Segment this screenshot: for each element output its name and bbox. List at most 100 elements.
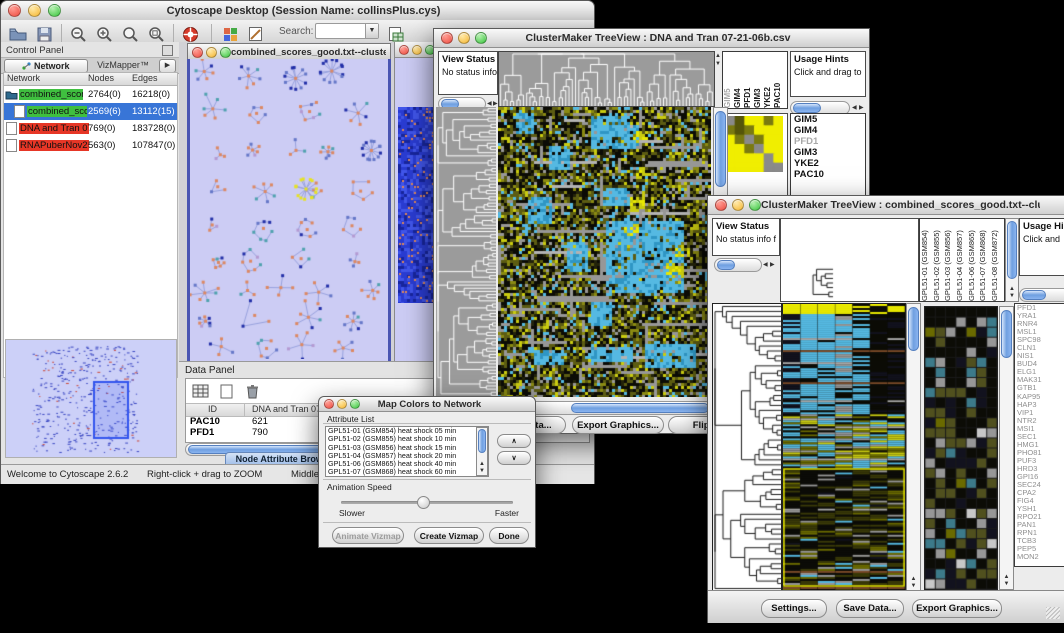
export-graphics-button[interactable]: Export Graphics... xyxy=(572,416,664,434)
array-label-vscrollbar[interactable]: ▲ ▼ xyxy=(1005,218,1019,302)
array-label[interactable]: GPL51-06 (GSM865) xyxy=(967,219,979,301)
gene-label[interactable]: GIM3 xyxy=(791,147,865,158)
close-button[interactable] xyxy=(8,4,21,17)
speed-slider-thumb[interactable] xyxy=(417,496,430,509)
tab-network[interactable]: Network xyxy=(4,59,88,73)
tab-vizmapper[interactable]: VizMapper™ xyxy=(90,60,156,70)
scroll-thumb[interactable] xyxy=(715,111,726,187)
array-label[interactable]: GIM5 xyxy=(723,52,733,108)
resize-grip[interactable] xyxy=(1046,607,1060,619)
scroll-down-icon[interactable]: ▼ xyxy=(715,61,721,67)
close-button[interactable] xyxy=(715,199,727,211)
zoom-button[interactable] xyxy=(749,199,761,211)
create-vizmap-button[interactable]: Create Vizmap xyxy=(414,527,484,544)
minimize-button[interactable] xyxy=(732,199,744,211)
scroll-down-icon[interactable]: ▼ xyxy=(477,468,487,474)
zoom-heatmap[interactable] xyxy=(924,306,998,590)
close-button[interactable] xyxy=(192,47,203,58)
move-down-button[interactable]: ∨ xyxy=(497,451,531,465)
settings-button[interactable]: Settings... xyxy=(761,599,827,618)
attribute-listbox[interactable]: GPL51-01 (GSM854) heat shock 05 minGPL51… xyxy=(325,426,489,477)
network-window[interactable]: combined_scores_good.txt--cluste... xyxy=(187,43,391,365)
animate-vizmap-button[interactable]: Animate Vizmap xyxy=(332,527,404,544)
scroll-right-icon[interactable]: ▶ xyxy=(859,104,864,111)
search-dropdown-icon[interactable]: ▼ xyxy=(365,24,378,38)
scroll-down-icon[interactable]: ▼ xyxy=(907,583,920,589)
table-grid-icon[interactable] xyxy=(190,381,210,401)
array-label[interactable]: GPL51-04 (GSM857) xyxy=(955,219,967,301)
array-label[interactable]: PFD1 xyxy=(743,52,753,108)
scroll-thumb[interactable] xyxy=(478,429,486,453)
minimize-button[interactable] xyxy=(337,399,347,409)
close-button[interactable] xyxy=(441,32,453,44)
global-heatmap[interactable] xyxy=(782,303,906,592)
new-attribute-icon[interactable] xyxy=(216,381,236,401)
scroll-thumb[interactable] xyxy=(1007,221,1017,279)
zoom-button[interactable] xyxy=(350,399,360,409)
array-label[interactable]: GIM3 xyxy=(753,52,763,108)
treeview2-titlebar[interactable]: ClusterMaker TreeView : combined_scores_… xyxy=(708,196,1064,215)
search-input[interactable] xyxy=(317,24,369,38)
column-dendrogram[interactable] xyxy=(498,51,715,107)
gene-label[interactable]: PFD1 xyxy=(791,136,865,147)
close-button[interactable] xyxy=(324,399,334,409)
col-network[interactable]: Network xyxy=(7,73,40,83)
network-overview-thumbnail[interactable] xyxy=(5,339,177,458)
scroll-left-icon[interactable]: ◀ xyxy=(852,104,857,111)
dense-cluster-canvas[interactable] xyxy=(398,107,435,303)
view-status-hscrollbar[interactable] xyxy=(714,258,762,272)
array-label[interactable]: GPL51-08 (GSM872) xyxy=(990,219,1002,301)
scroll-right-icon[interactable]: ▶ xyxy=(493,100,498,107)
column-dendrogram[interactable] xyxy=(781,219,916,299)
col-nodes[interactable]: Nodes xyxy=(88,73,114,83)
gene-label[interactable]: YKE2 xyxy=(791,158,865,169)
correlation-matrix-canvas[interactable] xyxy=(725,116,783,172)
gene-label[interactable]: MON2 xyxy=(1015,553,1064,561)
zoom-button[interactable] xyxy=(220,47,231,58)
tab-overflow-button[interactable]: ▶ xyxy=(159,59,176,73)
array-label[interactable]: GPL51-02 (GSM855) xyxy=(932,219,944,301)
move-up-button[interactable]: ∧ xyxy=(497,434,531,448)
scroll-thumb[interactable] xyxy=(793,103,821,113)
scroll-up-icon[interactable]: ▲ xyxy=(1006,286,1018,292)
scroll-thumb[interactable] xyxy=(717,260,735,270)
heatmap-vscrollbar[interactable]: ▲ ▼ xyxy=(906,303,921,592)
scroll-up-icon[interactable]: ▲ xyxy=(715,53,721,59)
col-edges[interactable]: Edges xyxy=(132,73,158,83)
scroll-left-icon[interactable]: ◀ xyxy=(763,261,768,268)
scroll-up-icon[interactable]: ▲ xyxy=(477,461,487,467)
minimize-button[interactable] xyxy=(206,47,217,58)
scroll-thumb[interactable] xyxy=(571,403,709,413)
row-dendrogram[interactable] xyxy=(712,303,782,592)
network-graph-canvas[interactable] xyxy=(190,59,388,359)
scroll-right-icon[interactable]: ▶ xyxy=(770,261,775,268)
scroll-up-icon[interactable]: ▲ xyxy=(1000,574,1013,580)
gene-label[interactable]: GIM4 xyxy=(791,125,865,136)
array-label[interactable]: GPL51-07 (GSM868) xyxy=(978,219,990,301)
column-dendrogram-panel[interactable] xyxy=(780,218,919,302)
scroll-down-icon[interactable]: ▼ xyxy=(1000,581,1013,587)
network-table-header[interactable]: Network Nodes Edges xyxy=(4,73,177,86)
save-data-button[interactable]: Save Data... xyxy=(836,599,904,618)
main-titlebar[interactable]: Cytoscape Desktop (Session Name: collins… xyxy=(1,1,594,21)
minimize-button[interactable] xyxy=(412,45,422,55)
treeview1-titlebar[interactable]: ClusterMaker TreeView : DNA and Tran 07-… xyxy=(434,29,869,48)
array-label[interactable]: GPL51-01 (GSM854) xyxy=(920,219,932,301)
usage-hints-hscrollbar[interactable] xyxy=(1019,288,1064,302)
dialog-titlebar[interactable]: Map Colors to Network xyxy=(319,397,535,412)
network-row-combined-scores[interactable]: combined_scores 2764(0) 16218(0) xyxy=(4,86,177,103)
minimize-button[interactable] xyxy=(28,4,41,17)
close-button[interactable] xyxy=(399,45,409,55)
zoom-button[interactable] xyxy=(475,32,487,44)
scroll-down-icon[interactable]: ▼ xyxy=(1006,293,1018,299)
scroll-thumb[interactable] xyxy=(908,307,919,351)
array-label[interactable]: GIM4 xyxy=(733,52,743,108)
export-graphics-button[interactable]: Export Graphics... xyxy=(912,599,1002,618)
array-label[interactable]: GPL51-03 (GSM856) xyxy=(943,219,955,301)
scroll-thumb[interactable] xyxy=(1001,310,1012,358)
gene-label[interactable]: GIM5 xyxy=(791,114,865,125)
global-heatmap[interactable] xyxy=(498,107,711,397)
scroll-up-icon[interactable]: ▲ xyxy=(907,576,920,582)
scroll-thumb[interactable] xyxy=(1022,290,1046,300)
minimize-button[interactable] xyxy=(458,32,470,44)
